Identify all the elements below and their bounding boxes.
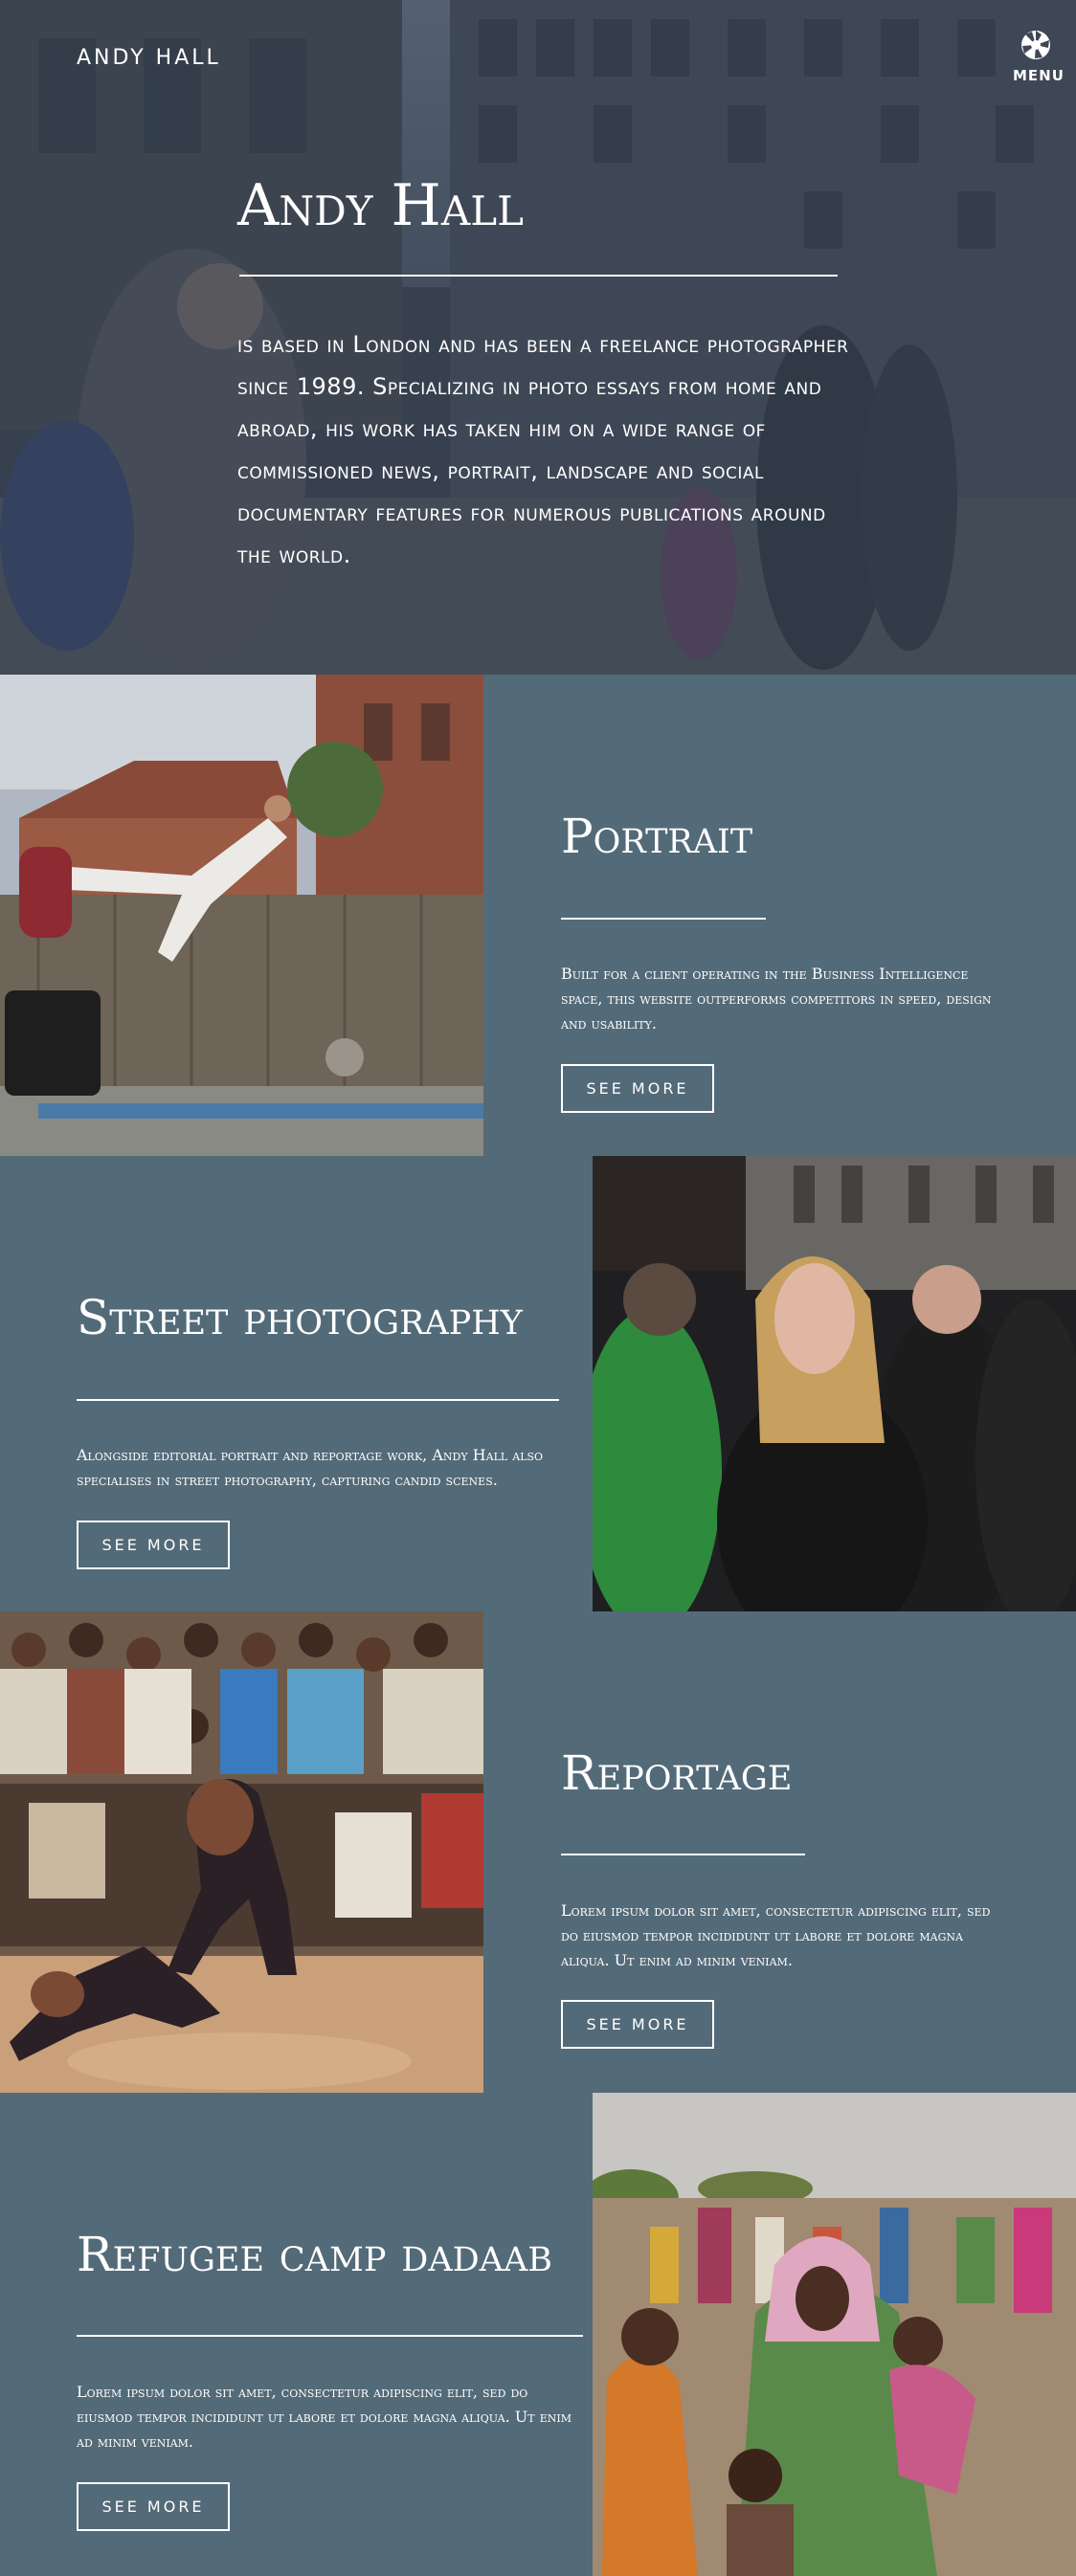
section-title: Street photography [77, 1290, 523, 1345]
street-photo[interactable] [593, 1156, 1076, 1611]
hero-title: Andy Hall [237, 172, 524, 239]
section-description: Built for a client operating in the Busi… [561, 965, 992, 1033]
reportage-photo[interactable] [0, 1611, 483, 2093]
street-image [593, 1156, 1076, 1611]
section-refugee-camp: Refugee camp dadaab Lorem ipsum dolor si… [0, 2093, 1076, 2576]
section-title: Portrait [561, 809, 753, 864]
section-title: Reportage [561, 1745, 793, 1801]
section-description: Lorem ipsum dolor sit amet, consectetur … [561, 1901, 991, 1969]
portrait-image [0, 675, 483, 1158]
section-reportage: Reportage Lorem ipsum dolor sit amet, co… [0, 1611, 1076, 2093]
hero-divider [239, 275, 838, 277]
reportage-image [0, 1611, 483, 2093]
menu-label: MENU [1013, 67, 1065, 84]
hero-bio: is based in London and has been a freela… [237, 331, 849, 568]
hero-section: ANDY HALL MENU Andy Hall is based in Lon… [0, 0, 1076, 675]
menu-button[interactable]: MENU [1013, 29, 1065, 84]
section-portrait: Portrait Built for a client operating in… [0, 675, 1076, 1158]
section-divider [561, 1854, 805, 1855]
site-logo[interactable]: ANDY HALL [77, 46, 221, 70]
portrait-photo[interactable] [0, 675, 483, 1158]
section-title: Refugee camp dadaab [77, 2227, 552, 2282]
aperture-icon [1021, 31, 1050, 59]
section-divider [77, 1399, 559, 1401]
section-description: Lorem ipsum dolor sit amet, consectetur … [77, 2383, 572, 2451]
see-more-button[interactable]: SEE MORE [561, 2000, 714, 2049]
refugee-image [593, 2093, 1076, 2576]
refugee-photo[interactable] [593, 2093, 1076, 2576]
see-more-button[interactable]: SEE MORE [77, 1521, 230, 1569]
section-divider [561, 918, 766, 920]
see-more-button[interactable]: SEE MORE [77, 2482, 230, 2531]
section-description: Alongside editorial portrait and reporta… [77, 1446, 544, 1489]
see-more-button[interactable]: SEE MORE [561, 1064, 714, 1113]
section-divider [77, 2335, 583, 2337]
section-street-photography: Street photography Alongside editorial p… [0, 1156, 1076, 1611]
